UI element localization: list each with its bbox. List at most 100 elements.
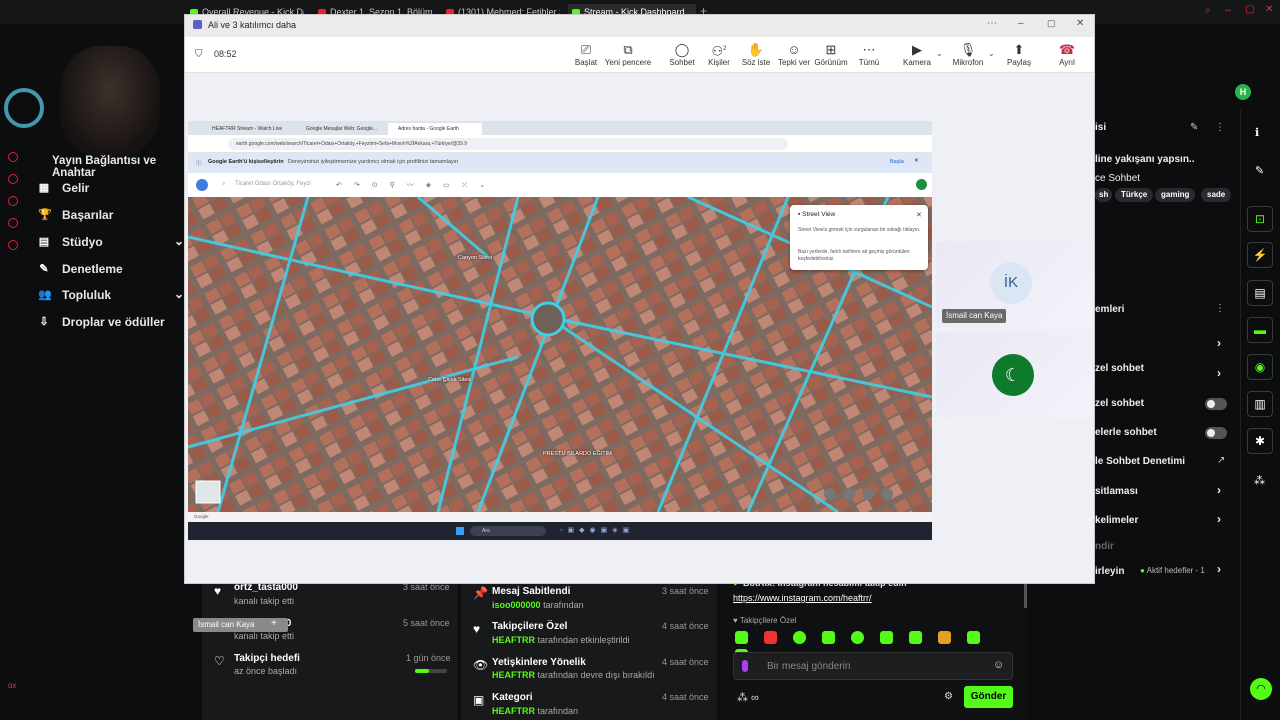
external-link-icon[interactable]: ↗ <box>1217 455 1225 466</box>
bot-link[interactable]: https://www.instagram.com/heaftrr/ <box>733 593 872 603</box>
more-icon[interactable]: ⋮ <box>1215 303 1225 314</box>
setting-item[interactable]: irleyin <box>1095 566 1124 577</box>
broadcast-icon[interactable]: ◉ <box>1247 354 1273 380</box>
nav-item-studyo[interactable]: ▤ Stüdyo <box>39 235 103 249</box>
emote-icon[interactable] <box>938 631 951 644</box>
document-icon[interactable]: ▤ <box>1247 280 1273 306</box>
rail-icon[interactable] <box>8 152 18 162</box>
shared-screen[interactable]: HEAFTRR Stream - Watch Live Google Mesaj… <box>188 121 932 540</box>
emote-icon[interactable] <box>764 631 777 644</box>
support-icon[interactable]: ◠ <box>1250 678 1272 700</box>
nav-item-droplar[interactable]: ⇩ Droplar ve ödüller <box>39 315 164 329</box>
maximize-icon[interactable]: ▢ <box>1047 18 1056 29</box>
event-desc: HEAFTRR tarafından etkinleştirildi <box>492 635 630 645</box>
scan-icon[interactable]: ⊡ <box>1247 206 1273 232</box>
event-time: 4 saat önce <box>662 657 709 667</box>
mic-icon[interactable] <box>742 660 748 672</box>
layout-icon[interactable]: ▥ <box>1247 391 1273 417</box>
nav-item-basarilar[interactable]: 🏆 Başarılar <box>38 208 113 222</box>
chevron-right-icon[interactable]: › <box>1217 512 1221 526</box>
self-view-label[interactable]: İsmail can Kaya + <box>193 618 288 632</box>
search-icon[interactable]: ⌕ <box>1205 5 1211 16</box>
share-button[interactable]: ⬆ Paylaş <box>994 41 1044 67</box>
rail-icon[interactable] <box>8 196 18 206</box>
emote-icon[interactable] <box>793 631 806 644</box>
new-window-button[interactable]: ⧉ Yeni pencere <box>603 41 653 67</box>
more-button[interactable]: ⋯ Tümü <box>844 41 894 67</box>
chevron-down-icon[interactable]: ⌄ <box>174 234 184 248</box>
chevron-down-icon[interactable]: ⌄ <box>936 49 943 58</box>
settings-gear-icon[interactable]: ⚙ <box>944 691 953 702</box>
rail-icon[interactable] <box>8 174 18 184</box>
chevron-down-icon[interactable]: ⌄ <box>174 287 184 301</box>
event-time: 3 saat önce <box>662 586 709 596</box>
minimize-icon[interactable]: – <box>1018 18 1024 29</box>
info-icon[interactable]: ℹ <box>1255 126 1259 139</box>
events-panel: 📌 Mesaj Sabitlendi isoo000000 tarafından… <box>461 578 717 720</box>
stream-info-title: isi <box>1095 122 1107 133</box>
setting-item[interactable]: le Sohbet Denetimi <box>1095 456 1185 467</box>
tag: sh <box>1095 188 1113 202</box>
pencil-icon[interactable]: ✎ <box>1255 164 1264 177</box>
edit-icon[interactable]: ✎ <box>1190 122 1198 133</box>
emote-icon[interactable] <box>909 631 922 644</box>
community-icon: 👥 <box>38 289 52 301</box>
emote-icon[interactable] <box>851 631 864 644</box>
event-desc: HEAFTRR tarafından <box>492 706 578 716</box>
send-button[interactable]: Gönder <box>964 686 1013 708</box>
emote-icon[interactable] <box>880 631 893 644</box>
chevron-right-icon[interactable]: › <box>1217 336 1221 350</box>
setting-item[interactable]: kelimeler <box>1095 515 1138 526</box>
maximize-icon[interactable]: ▢ <box>1245 4 1254 15</box>
participant-tile[interactable]: ☾ <box>936 332 1092 418</box>
tools-icon[interactable]: ✱ <box>1247 428 1273 454</box>
setting-item[interactable]: zel sohbet <box>1095 398 1144 409</box>
nav-item-gelir[interactable]: ▦ Gelir <box>39 181 90 195</box>
avatar[interactable]: H <box>1235 84 1251 100</box>
setting-item[interactable]: sitlaması <box>1095 486 1138 497</box>
toggle-switch[interactable] <box>1205 398 1227 410</box>
chevron-right-icon[interactable]: › <box>1217 366 1221 380</box>
close-icon[interactable]: ✕ <box>1076 18 1084 29</box>
taskbar-apps-icon: ▫▣◆◉▣◈▣ <box>560 527 635 534</box>
more-icon[interactable]: ⋮ <box>1215 122 1225 133</box>
chevron-right-icon[interactable]: › <box>1217 483 1221 497</box>
mic-button[interactable]: 🎙 Mikrofon <box>943 41 993 67</box>
chat-input[interactable]: Bir mesaj gönderin ☺ <box>733 652 1013 680</box>
street-view-card: ▪ Street View ✕ Street View'a girmek içi… <box>790 205 928 270</box>
minimize-icon[interactable]: – <box>1225 4 1231 16</box>
more-options-icon[interactable]: ⋯ <box>987 18 997 29</box>
connections-icon[interactable]: ⁂ <box>1254 474 1265 487</box>
event-user: HEAFTRR <box>492 635 535 645</box>
lightning-icon[interactable]: ⚡ <box>1247 242 1273 268</box>
emote-icon[interactable] <box>822 631 835 644</box>
emoji-icon[interactable]: ☺ <box>993 659 1004 671</box>
participant-tile[interactable]: İK İsmail can Kaya <box>936 241 1092 327</box>
toggle-switch[interactable] <box>1205 427 1227 439</box>
camera-button[interactable]: ▶ Kamera <box>892 41 942 67</box>
nav-item-denetleme[interactable]: ✎ Denetleme <box>39 262 122 276</box>
leave-button[interactable]: ☎ Ayrıl <box>1042 41 1092 67</box>
nav-item-topluluk[interactable]: 👥 Topluluk <box>38 288 111 302</box>
close-icon[interactable]: ✕ <box>1265 4 1273 15</box>
setting-item[interactable]: ndir <box>1095 541 1114 552</box>
scrollbar[interactable] <box>1024 582 1027 608</box>
chat-bubble-icon[interactable]: ▬ <box>1247 317 1273 343</box>
kick-logo-icon[interactable]: ⁂ ∞ <box>737 691 759 704</box>
tag: sade <box>1201 188 1232 202</box>
map-status-bar: Google <box>188 512 932 522</box>
rail-icon[interactable] <box>8 218 18 228</box>
emote-icon[interactable] <box>967 631 980 644</box>
setting-item[interactable]: elerle sohbet <box>1095 427 1157 438</box>
setting-item[interactable]: zel sohbet <box>1095 363 1144 374</box>
nav-section-title[interactable]: Yayın Bağlantısı ve Anahtar <box>52 155 200 179</box>
goals-label: ● Aktif hedefler - 1 <box>1140 566 1205 575</box>
tag: gaming <box>1155 188 1196 202</box>
participant-avatar-emblem-icon: ☾ <box>992 354 1034 396</box>
drops-icon: ⇩ <box>39 316 49 328</box>
chevron-right-icon[interactable]: › <box>1217 562 1221 576</box>
emote-icon[interactable] <box>735 631 748 644</box>
rail-icon[interactable] <box>8 240 18 250</box>
tool-label: Söz iste <box>741 58 771 67</box>
category-icon: ▣ <box>473 693 485 707</box>
